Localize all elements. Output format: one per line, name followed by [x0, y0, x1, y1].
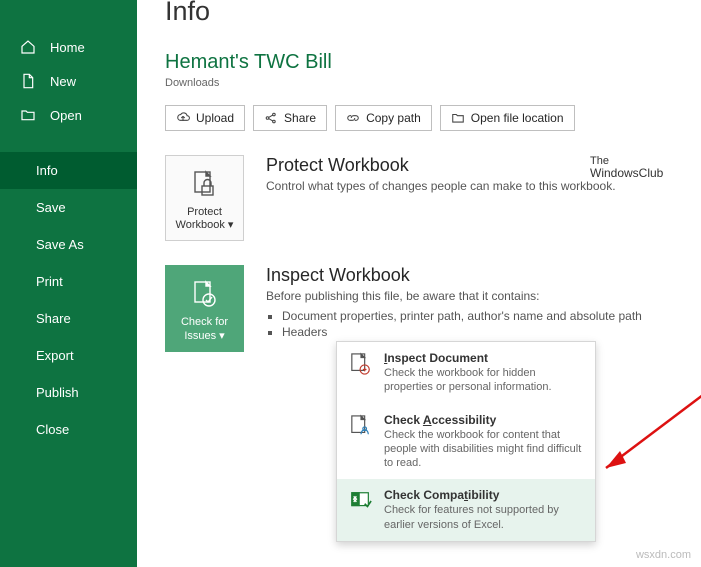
- inspect-doc-icon: [347, 351, 375, 395]
- copy-path-button[interactable]: Copy path: [335, 105, 432, 131]
- nav-print[interactable]: Print: [0, 263, 137, 300]
- upload-icon: [176, 111, 190, 125]
- share-icon: [264, 111, 278, 125]
- menu-item-title: Check Compatibility: [384, 488, 585, 502]
- check-issues-menu: Inspect Document Check the workbook for …: [336, 341, 596, 542]
- nav-home-label: Home: [50, 40, 85, 55]
- watermark: wsxdn.com: [636, 549, 691, 561]
- nav-share[interactable]: Share: [0, 300, 137, 337]
- menu-check-accessibility[interactable]: Check Accessibility Check the workbook f…: [337, 404, 595, 480]
- nav-open[interactable]: Open: [0, 98, 137, 132]
- nav-export[interactable]: Export: [0, 337, 137, 374]
- share-button[interactable]: Share: [253, 105, 327, 131]
- menu-check-compatibility[interactable]: Check Compatibility Check for features n…: [337, 479, 595, 541]
- file-location: Downloads: [165, 77, 701, 89]
- menu-item-desc: Check for features not supported by earl…: [384, 503, 585, 532]
- toolbar: Upload Share Copy path Open file locatio…: [165, 105, 701, 131]
- accessibility-icon: [347, 413, 375, 471]
- open-location-button[interactable]: Open file location: [440, 105, 575, 131]
- folder-icon: [20, 107, 36, 123]
- nav-save-as[interactable]: Save As: [0, 226, 137, 263]
- doc-icon: [20, 73, 36, 89]
- inspect-desc: Before publishing this file, be aware th…: [266, 289, 687, 303]
- attribution: The WindowsClub: [590, 155, 663, 180]
- nav-publish[interactable]: Publish: [0, 374, 137, 411]
- nav-home[interactable]: Home: [0, 30, 137, 64]
- page-title: Info: [165, 0, 701, 27]
- nav-new[interactable]: New: [0, 64, 137, 98]
- menu-inspect-document[interactable]: Inspect Document Check the workbook for …: [337, 342, 595, 404]
- nav-close[interactable]: Close: [0, 411, 137, 448]
- link-icon: [346, 111, 360, 125]
- check-issues-button[interactable]: Check for Issues ▾: [165, 265, 244, 351]
- protect-desc: Control what types of changes people can…: [266, 179, 687, 193]
- file-title: Hemant's TWC Bill: [165, 51, 701, 74]
- upload-button[interactable]: Upload: [165, 105, 245, 131]
- menu-item-desc: Check the workbook for content that peop…: [384, 428, 585, 471]
- menu-item-title: Inspect Document: [384, 351, 585, 365]
- nav-info[interactable]: Info: [0, 152, 137, 189]
- check-doc-icon: [189, 278, 221, 310]
- compatibility-icon: [347, 488, 375, 532]
- nav-new-label: New: [50, 74, 76, 89]
- menu-item-desc: Check the workbook for hidden properties…: [384, 366, 585, 395]
- annotation-arrow: [582, 320, 701, 490]
- home-icon: [20, 39, 36, 55]
- folder-open-icon: [451, 111, 465, 125]
- protect-workbook-button[interactable]: Protect Workbook ▾: [165, 155, 244, 241]
- nav-open-label: Open: [50, 108, 82, 123]
- menu-item-title: Check Accessibility: [384, 413, 585, 427]
- inspect-heading: Inspect Workbook: [266, 265, 687, 286]
- backstage-sidebar: Home New Open Info Save Save As Print Sh…: [0, 0, 137, 567]
- lock-doc-icon: [189, 168, 221, 200]
- nav-save[interactable]: Save: [0, 189, 137, 226]
- main-panel: Info Hemant's TWC Bill Downloads Upload …: [137, 0, 701, 567]
